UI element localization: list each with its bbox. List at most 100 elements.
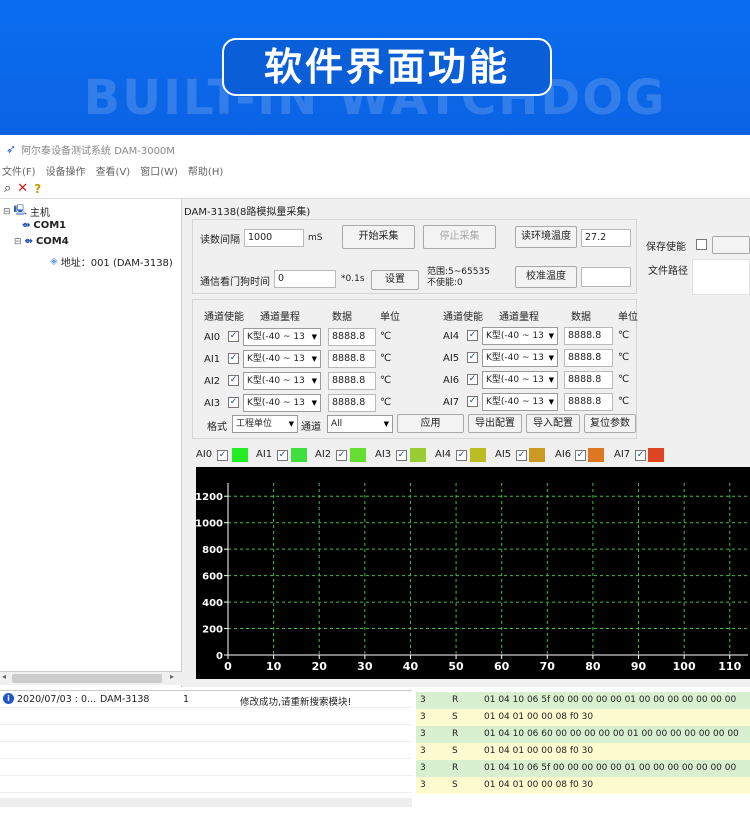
tree-scrollbar[interactable]: ◂ ▸ bbox=[0, 671, 182, 685]
legend-checkbox[interactable]: ✓ bbox=[396, 450, 407, 461]
col-header-enable-2: 通道使能 bbox=[443, 312, 483, 323]
log-scrollbar[interactable] bbox=[0, 798, 412, 807]
legend-checkbox[interactable]: ✓ bbox=[575, 450, 586, 461]
export-config-button[interactable]: 导出配置 bbox=[468, 414, 522, 433]
calibrate-temp-button[interactable]: 校准温度 bbox=[515, 266, 577, 288]
close-icon[interactable]: ✕ bbox=[17, 181, 28, 196]
legend-swatch[interactable] bbox=[529, 448, 545, 462]
raw-frame-row[interactable]: 3 S 01 04 01 00 00 08 f0 30 bbox=[416, 709, 750, 726]
legend-checkbox[interactable]: ✓ bbox=[516, 450, 527, 461]
channel-range-select[interactable]: K型(-40 ~ 13 ▼ bbox=[243, 394, 321, 412]
frame-channel: 3 bbox=[420, 695, 426, 705]
channel-range-select[interactable]: K型(-40 ~ 13 ▼ bbox=[243, 372, 321, 390]
tree-node-com4[interactable]: ⊟ ⇴ COM4 bbox=[14, 236, 69, 247]
raw-frame-row[interactable]: 3 R 01 04 10 06 60 00 00 00 00 00 01 00 00… bbox=[416, 726, 750, 743]
tree-node-com1[interactable]: ⇴ COM1 bbox=[22, 220, 66, 231]
file-path-field[interactable] bbox=[692, 259, 750, 295]
legend-swatch[interactable] bbox=[648, 448, 664, 462]
log-row bbox=[0, 776, 412, 793]
read-temp-button[interactable]: 读环境温度 bbox=[515, 226, 577, 248]
legend-swatch[interactable] bbox=[588, 448, 604, 462]
log-row[interactable]: i 2020/07/03 : 0... DAM-3138 1 修改成功,请重新搜… bbox=[0, 691, 412, 708]
channel-enable-checkbox[interactable]: ✓ bbox=[228, 331, 239, 342]
menu-file[interactable]: 文件(F) bbox=[2, 163, 36, 178]
legend-swatch[interactable] bbox=[350, 448, 366, 462]
save-enable-checkbox[interactable] bbox=[696, 239, 707, 250]
legend-checkbox[interactable]: ✓ bbox=[277, 450, 288, 461]
channel-label: AI3 bbox=[204, 398, 221, 409]
menu-help[interactable]: 帮助(H) bbox=[188, 163, 223, 178]
channel-select[interactable]: All ▼ bbox=[327, 415, 393, 433]
legend-swatch[interactable] bbox=[232, 448, 248, 462]
watchdog-input[interactable]: 0 bbox=[274, 270, 336, 288]
raw-frame-row[interactable]: 3 R 01 04 10 06 5f 00 00 00 00 00 01 00 00… bbox=[416, 760, 750, 777]
col-header-range-2: 通道量程 bbox=[499, 312, 539, 323]
collapse-icon[interactable]: ⊟ bbox=[3, 207, 11, 217]
channel-label: AI1 bbox=[204, 354, 221, 365]
col-header-range: 通道量程 bbox=[260, 312, 300, 323]
tree-node-host[interactable]: ⊟ 🖳 主机 bbox=[3, 203, 50, 220]
legend-label: AI2 bbox=[315, 449, 332, 460]
channel-enable-checkbox[interactable]: ✓ bbox=[467, 352, 478, 363]
menu-window[interactable]: 窗口(W) bbox=[140, 163, 178, 178]
legend-swatch[interactable] bbox=[470, 448, 486, 462]
legend-checkbox[interactable]: ✓ bbox=[336, 450, 347, 461]
channel-range-select[interactable]: K型(-40 ~ 13 ▼ bbox=[482, 349, 558, 367]
apply-button[interactable]: 应用 bbox=[397, 414, 464, 433]
x-tick-label: 20 bbox=[312, 660, 328, 673]
legend-checkbox[interactable]: ✓ bbox=[217, 450, 228, 461]
channel-label: AI6 bbox=[443, 375, 460, 386]
legend-swatch[interactable] bbox=[291, 448, 307, 462]
collapse-icon[interactable]: ⊟ bbox=[14, 237, 22, 247]
format-label: 格式 bbox=[207, 422, 227, 433]
read-interval-input[interactable]: 1000 bbox=[244, 229, 304, 247]
start-acquisition-button[interactable]: 开始采集 bbox=[342, 225, 415, 249]
x-tick-label: 40 bbox=[403, 660, 419, 673]
tree-node-device[interactable]: ◈ 地址：001 (DAM-3138) bbox=[50, 254, 173, 269]
channel-range-select[interactable]: K型(-40 ~ 13 ▼ bbox=[482, 393, 558, 411]
col-header-data: 数据 bbox=[332, 312, 352, 323]
format-select[interactable]: 工程单位 ▼ bbox=[232, 415, 298, 433]
search-icon[interactable]: ⌕ bbox=[4, 181, 11, 196]
channel-range-value: K型(-40 ~ 13 bbox=[247, 354, 305, 364]
panel-title: DAM-3138(8路模拟量采集) bbox=[184, 207, 311, 218]
channel-enable-checkbox[interactable]: ✓ bbox=[228, 397, 239, 408]
channel-enable-checkbox[interactable]: ✓ bbox=[467, 374, 478, 385]
channel-range-select[interactable]: K型(-40 ~ 13 ▼ bbox=[482, 327, 558, 345]
reset-params-button[interactable]: 复位参数 bbox=[584, 414, 636, 433]
dropdown-arrow-icon: ▼ bbox=[288, 420, 294, 428]
legend-checkbox[interactable]: ✓ bbox=[635, 450, 646, 461]
channel-enable-checkbox[interactable]: ✓ bbox=[467, 330, 478, 341]
set-watchdog-button[interactable]: 设置 bbox=[371, 270, 419, 290]
channel-range-select[interactable]: K型(-40 ~ 13 ▼ bbox=[243, 328, 321, 346]
dropdown-arrow-icon: ▼ bbox=[311, 399, 317, 407]
legend-label: AI5 bbox=[495, 449, 512, 460]
frame-direction: R bbox=[452, 729, 459, 739]
channel-range-select[interactable]: K型(-40 ~ 13 ▼ bbox=[243, 350, 321, 368]
x-tick-label: 100 bbox=[673, 660, 696, 673]
promo-banner: BUILT-IN WATCHDOG 软件界面功能 bbox=[0, 0, 750, 135]
scroll-left-icon[interactable]: ◂ bbox=[2, 672, 6, 681]
channel-range-value: K型(-40 ~ 13 bbox=[247, 332, 305, 342]
legend-checkbox[interactable]: ✓ bbox=[456, 450, 467, 461]
channel-label: AI2 bbox=[204, 376, 221, 387]
channel-enable-checkbox[interactable]: ✓ bbox=[467, 396, 478, 407]
raw-frame-row[interactable]: 3 S 01 04 01 00 00 08 f0 30 bbox=[416, 777, 750, 794]
browse-button[interactable] bbox=[712, 236, 750, 254]
menu-device[interactable]: 设备操作 bbox=[46, 163, 86, 178]
calib-temp-input[interactable] bbox=[581, 267, 631, 287]
raw-frame-row[interactable]: 3 R 01 04 10 06 5f 00 00 00 00 00 01 00 00… bbox=[416, 692, 750, 709]
channel-enable-checkbox[interactable]: ✓ bbox=[228, 375, 239, 386]
stop-acquisition-button[interactable]: 停止采集 bbox=[423, 225, 496, 249]
menu-view[interactable]: 查看(V) bbox=[96, 163, 131, 178]
log-number: 1 bbox=[183, 694, 190, 705]
channel-enable-checkbox[interactable]: ✓ bbox=[228, 353, 239, 364]
legend-swatch[interactable] bbox=[410, 448, 426, 462]
legend-label: AI7 bbox=[614, 449, 631, 460]
import-config-button[interactable]: 导入配置 bbox=[526, 414, 580, 433]
scroll-right-icon[interactable]: ▸ bbox=[170, 672, 174, 681]
raw-frame-row[interactable]: 3 S 01 04 01 00 00 08 f0 30 bbox=[416, 743, 750, 760]
channel-range-select[interactable]: K型(-40 ~ 13 ▼ bbox=[482, 371, 558, 389]
scroll-thumb[interactable] bbox=[12, 674, 162, 683]
help-icon[interactable]: ? bbox=[34, 182, 41, 196]
